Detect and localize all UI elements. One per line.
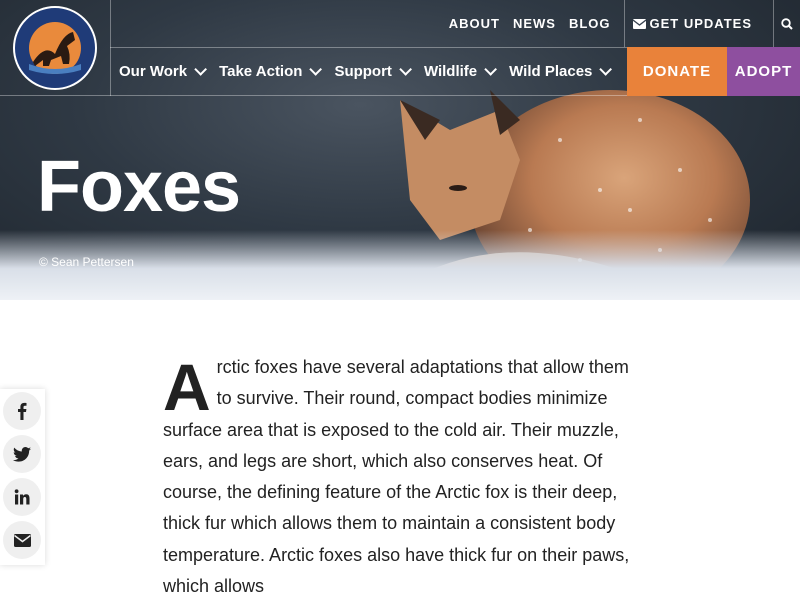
nav-label: Our Work [119, 63, 188, 80]
utility-nav: ABOUT NEWS BLOG GET UPDATES [449, 0, 800, 47]
main-nav: Our Work Take Action Support Wildlife Wi… [111, 48, 616, 95]
adopt-button[interactable]: ADOPT [727, 47, 800, 96]
nav-take-action[interactable]: Take Action [219, 63, 323, 80]
blog-link[interactable]: BLOG [569, 16, 611, 31]
twitter-share-button[interactable] [3, 435, 41, 473]
nav-label: Wild Places [509, 63, 593, 80]
facebook-icon [18, 402, 27, 420]
email-icon [13, 533, 31, 547]
defenders-logo[interactable] [4, 4, 106, 92]
nav-support[interactable]: Support [334, 63, 412, 80]
nav-wildlife[interactable]: Wildlife [423, 63, 498, 80]
email-share-button[interactable] [3, 521, 41, 559]
linkedin-icon [14, 489, 30, 505]
chevron-down-icon [599, 63, 613, 76]
chevron-down-icon [484, 63, 498, 76]
facebook-share-button[interactable] [3, 392, 41, 430]
nav-label: Wildlife [423, 63, 478, 80]
chevron-down-icon [309, 63, 323, 76]
drop-cap: A [163, 350, 211, 424]
about-link[interactable]: ABOUT [449, 16, 500, 31]
news-link[interactable]: NEWS [513, 16, 556, 31]
linkedin-share-button[interactable] [3, 478, 41, 516]
envelope-icon [632, 18, 646, 29]
chevron-down-icon [194, 63, 208, 76]
nav-label: Take Action [219, 63, 303, 80]
article-text: rctic foxes have several adaptations tha… [163, 357, 630, 597]
search-button[interactable] [774, 0, 800, 47]
page-title: Foxes [37, 147, 241, 227]
search-icon [781, 17, 793, 30]
get-updates-link[interactable]: GET UPDATES [625, 16, 761, 31]
nav-wild-places[interactable]: Wild Places [509, 63, 613, 80]
share-bar [0, 389, 45, 565]
site-header: ABOUT NEWS BLOG GET UPDATES Our Work Tak… [0, 0, 800, 96]
chevron-down-icon [399, 63, 412, 76]
nav-label: Support [334, 63, 392, 80]
photo-credit: © Sean Pettersen [39, 255, 134, 269]
donate-button[interactable]: DONATE [627, 47, 727, 96]
get-updates-label: GET UPDATES [649, 16, 752, 31]
nav-our-work[interactable]: Our Work [119, 63, 208, 80]
article-body: A rctic foxes have several adaptations t… [163, 352, 643, 602]
twitter-icon [13, 446, 31, 462]
